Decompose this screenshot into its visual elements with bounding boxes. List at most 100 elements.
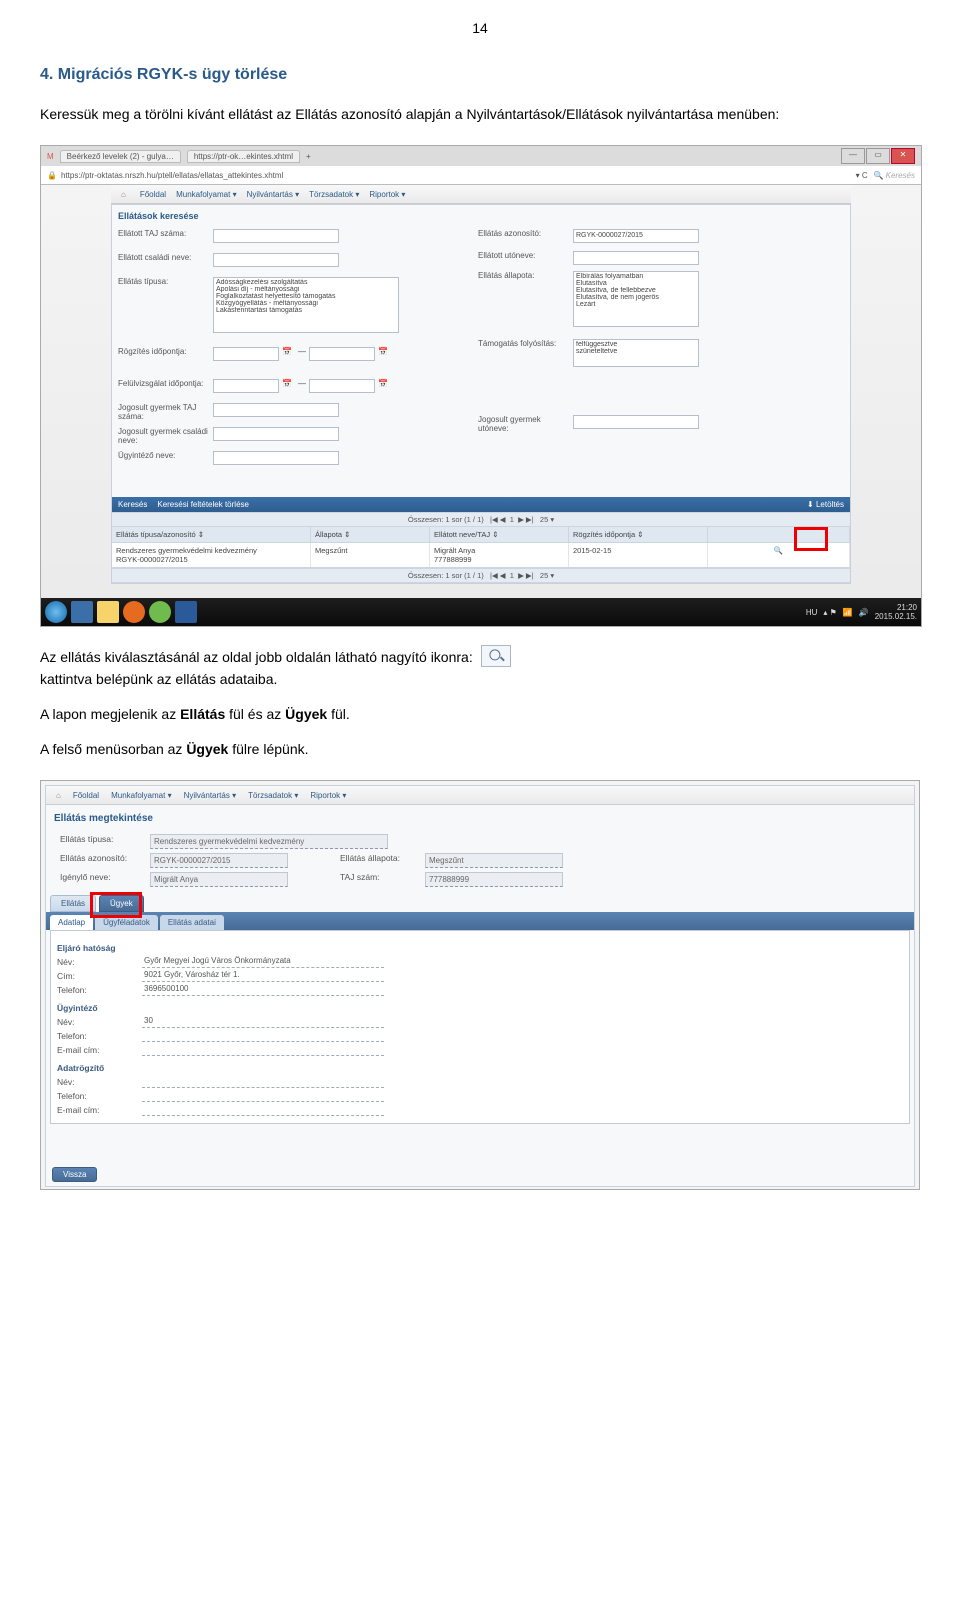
mid-paragraph-3: A felső menüsorban az Ügyek fülre lépünk… xyxy=(40,739,920,760)
label-taj: Ellátott TAJ száma: xyxy=(118,229,213,238)
clear-button[interactable]: Keresési feltételek törlése xyxy=(157,500,249,509)
new-tab-button[interactable]: + xyxy=(306,152,311,161)
section-heading: 4. Migrációs RGYK-s ügy törlése xyxy=(40,66,920,84)
calendar-icon[interactable]: 📅 xyxy=(279,379,295,388)
view-title: Ellátás megtekintése xyxy=(46,805,914,832)
highlight-magnifier xyxy=(794,527,828,551)
input-ugyint[interactable] xyxy=(213,451,339,465)
menu-torzsadatok[interactable]: Törzsadatok ▾ xyxy=(248,791,298,800)
taskbar-lang[interactable]: HU xyxy=(806,608,818,617)
home-icon[interactable]: ⌂ xyxy=(121,190,126,199)
windows-taskbar: HU ▴ ⚑ 📶 🔊 21:20 2015.02.15. xyxy=(41,598,921,626)
window-close[interactable]: ✕ xyxy=(891,148,915,164)
menu-nyilvantartas[interactable]: Nyilvántartás ▾ xyxy=(184,791,237,800)
screenshot-search-form: M Beérkező levelek (2) - gulya… https://… xyxy=(40,145,922,627)
input-csalad[interactable] xyxy=(213,253,339,267)
label-jogytaj: Jogosult gyermek TAJ száma: xyxy=(118,403,213,421)
tray-sound-icon[interactable]: 🔊 xyxy=(859,608,869,617)
label-tipus: Ellátás típusa: xyxy=(118,277,213,286)
taskbar-date: 2015.02.15. xyxy=(875,612,917,621)
group-ugyintezo: Ügyintéző xyxy=(57,1003,903,1013)
label-utonev: Ellátott utóneve: xyxy=(478,251,573,260)
menu-fooldal[interactable]: Főoldal xyxy=(73,791,99,800)
start-button[interactable] xyxy=(45,601,67,623)
window-maximize[interactable]: ▭ xyxy=(866,148,890,164)
pager-top: Összesen: 1 sor (1 / 1) |◀ ◀ 1 ▶ ▶| 25 ▾ xyxy=(112,512,850,527)
taskbar-word-icon[interactable] xyxy=(175,601,197,623)
tray-flag-icon[interactable]: ▴ ⚑ xyxy=(823,608,836,617)
label-azon: Ellátás azonosító: xyxy=(478,229,573,238)
magnifier-icon[interactable]: 🔍 xyxy=(708,543,850,567)
app-menubar: ⌂ Főoldal Munkafolyamat ▾ Nyilvántartás … xyxy=(111,185,851,204)
inline-magnifier-icon xyxy=(481,645,511,667)
taskbar-firefox-icon[interactable] xyxy=(123,601,145,623)
label-ugyint: Ügyintéző neve: xyxy=(118,451,213,460)
field-igenylo: Migrált Anya xyxy=(150,872,288,887)
input-jogycs[interactable] xyxy=(213,427,339,441)
search-panel-title: Ellátások keresése xyxy=(112,205,850,227)
search-icon: 🔍 xyxy=(874,171,884,180)
page-number: 14 xyxy=(40,20,920,36)
label-igenylo: Igénylő neve: xyxy=(60,872,150,882)
sub-tabs: Adatlap Ügyféladatok Ellátás adatai xyxy=(46,912,914,930)
taskbar-ie-icon[interactable] xyxy=(71,601,93,623)
input-taj[interactable] xyxy=(213,229,339,243)
calendar-icon[interactable]: 📅 xyxy=(375,379,391,388)
label-rogz: Rögzítés időpontja: xyxy=(118,347,213,356)
screenshot-ellatas-view: ⌂ Főoldal Munkafolyamat ▾ Nyilvántartás … xyxy=(40,780,920,1190)
list-tamfoly[interactable]: felfüggesztve szüneteltetve xyxy=(573,339,699,367)
menu-munkafolyamat[interactable]: Munkafolyamat ▾ xyxy=(111,791,172,800)
pager-bottom: Összesen: 1 sor (1 / 1) |◀ ◀ 1 ▶ ▶| 25 ▾ xyxy=(112,568,850,583)
group-hatosag: Eljáró hatóság xyxy=(57,943,903,953)
input-jogytaj[interactable] xyxy=(213,403,339,417)
menu-riportok[interactable]: Riportok ▾ xyxy=(310,791,346,800)
input-azon[interactable]: RGYK-0000027/2015 xyxy=(573,229,699,243)
menu-munkafolyamat[interactable]: Munkafolyamat ▾ xyxy=(176,190,237,199)
label-taj: TAJ szám: xyxy=(340,872,425,882)
input-rogz-to[interactable] xyxy=(309,347,375,361)
input-feluiv-from[interactable] xyxy=(213,379,279,393)
menu-riportok[interactable]: Riportok ▾ xyxy=(369,190,405,199)
home-icon[interactable]: ⌂ xyxy=(56,791,61,800)
details-panel: Eljáró hatóság Név:Győr Megyei Jogú Váro… xyxy=(50,930,910,1124)
taskbar-time: 21:20 xyxy=(897,603,917,612)
input-utonev[interactable] xyxy=(573,251,699,265)
input-jogyu[interactable] xyxy=(573,415,699,429)
menu-fooldal[interactable]: Főoldal xyxy=(140,190,166,199)
browser-tab-gmail[interactable]: Beérkező levelek (2) - gulya… xyxy=(60,150,181,163)
browser-tab-app[interactable]: https://ptr-ok…ekintes.xhtml xyxy=(187,150,300,163)
search-button[interactable]: Keresés xyxy=(118,500,147,509)
mid-paragraph-2: A lapon megjelenik az Ellátás fül és az … xyxy=(40,704,920,725)
label-jogyu: Jogosult gyermek utóneve: xyxy=(478,415,573,433)
calendar-icon[interactable]: 📅 xyxy=(375,347,391,356)
window-minimize[interactable]: — xyxy=(841,148,865,164)
tray-network-icon[interactable]: 📶 xyxy=(843,608,853,617)
calendar-icon[interactable]: 📅 xyxy=(279,347,295,356)
app-menubar: ⌂ Főoldal Munkafolyamat ▾ Nyilvántartás … xyxy=(46,786,914,805)
field-allapot: Megszűnt xyxy=(425,853,563,868)
list-allapot[interactable]: Elbírálás folyamatban Elutasítva Elutasí… xyxy=(573,271,699,327)
lock-icon: 🔒 xyxy=(47,171,57,180)
group-adatrogzito: Adatrögzítő xyxy=(57,1063,903,1073)
label-tipus: Ellátás típusa: xyxy=(60,834,150,844)
menu-nyilvantartas[interactable]: Nyilvántartás ▾ xyxy=(247,190,300,199)
taskbar-utorrent-icon[interactable] xyxy=(149,601,171,623)
mid-paragraph-1: Az ellátás kiválasztásánál az oldal jobb… xyxy=(40,647,920,690)
menu-torzsadatok[interactable]: Törzsadatok ▾ xyxy=(309,190,359,199)
subtab-ellatas-adatai[interactable]: Ellátás adatai xyxy=(160,915,224,930)
field-tipus: Rendszeres gyermekvédelmi kedvezmény xyxy=(150,834,388,849)
taskbar-explorer-icon[interactable] xyxy=(97,601,119,623)
input-rogz-from[interactable] xyxy=(213,347,279,361)
subtab-adatlap[interactable]: Adatlap xyxy=(50,915,93,930)
back-button[interactable]: Vissza xyxy=(52,1167,97,1182)
list-tipus[interactable]: Adósságkezelési szolgáltatás Ápolási díj… xyxy=(213,277,399,333)
field-taj: 777888999 xyxy=(425,872,563,887)
action-bar: Keresés Keresési feltételek törlése ⬇ Le… xyxy=(112,497,850,512)
label-csalad: Ellátott családi neve: xyxy=(118,253,213,262)
input-feluiv-to[interactable] xyxy=(309,379,375,393)
download-button[interactable]: ⬇ Letöltés xyxy=(807,500,844,509)
browser-addressbar[interactable]: 🔒 https://ptr-oktatas.nrszh.hu/ptell/ell… xyxy=(41,166,921,185)
table-row: Rendszeres gyermekvédelmi kedvezmény RGY… xyxy=(112,543,850,568)
label-allapot: Ellátás állapota: xyxy=(478,271,573,280)
label-feluiv: Felülvizsgálat időpontja: xyxy=(118,379,213,388)
